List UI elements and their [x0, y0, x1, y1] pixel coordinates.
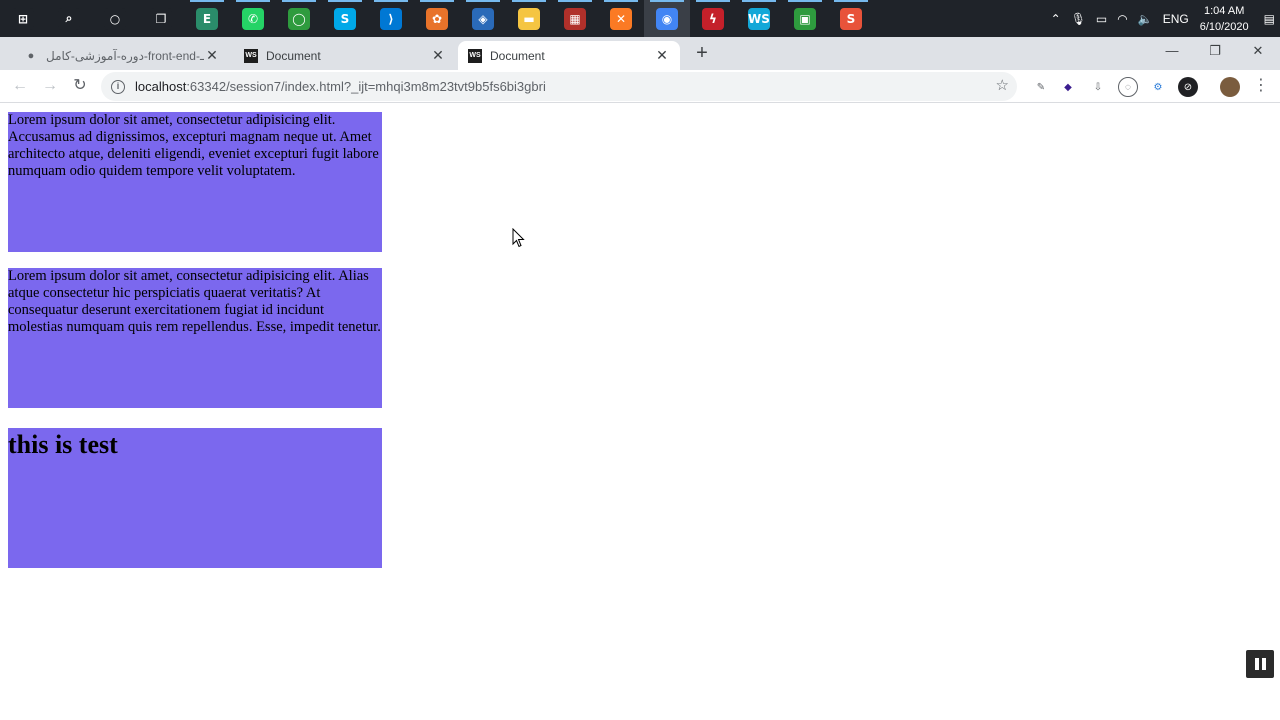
site-favicon-icon: ●: [27, 49, 35, 62]
language-indicator[interactable]: ENG: [1163, 12, 1189, 26]
battery-icon[interactable]: ▭: [1096, 12, 1107, 26]
diamond-extension-icon[interactable]: ◆: [1058, 77, 1078, 97]
tab-strip: ● دوره-آموزشی-کامل-front-end-بوتـ ✕ WS D…: [0, 37, 1280, 100]
winrar-icon-glyph: ▦: [564, 7, 586, 30]
tab-title: Document: [490, 48, 545, 63]
tab-title: دوره-آموزشی-کامل-front-end-بوتـ: [46, 48, 204, 63]
page-viewport: Lorem ipsum dolor sit amet, consectetur …: [0, 104, 1280, 720]
winrar-icon[interactable]: ▦: [552, 0, 598, 37]
lorem-paragraph-1: Lorem ipsum dolor sit amet, consectetur …: [8, 112, 379, 179]
tab-close-icon[interactable]: ✕: [654, 47, 670, 64]
flash-icon[interactable]: ϟ: [690, 0, 736, 37]
pause-icon[interactable]: [1246, 650, 1274, 678]
reload-button[interactable]: ↻: [68, 74, 92, 98]
chrome-menu-icon[interactable]: ⋮: [1249, 74, 1273, 98]
webstorm-favicon-icon: WS: [468, 48, 482, 63]
webstorm-icon[interactable]: WS: [736, 0, 782, 37]
xampp-icon-glyph: ✕: [610, 7, 632, 30]
new-tab-button[interactable]: +: [690, 41, 714, 65]
vscode-icon-glyph: ⟩: [380, 7, 402, 30]
chevron-up-icon[interactable]: ⌃: [1051, 12, 1061, 26]
minimize-button[interactable]: —: [1150, 37, 1194, 67]
xampp-icon[interactable]: ✕: [598, 0, 644, 37]
microphone-icon[interactable]: 🎙: [1071, 12, 1086, 26]
purple-box-3: this is test: [8, 428, 382, 568]
sublime-icon[interactable]: S: [828, 0, 874, 37]
mouse-cursor-icon: [512, 228, 525, 248]
tab-close-icon[interactable]: ✕: [204, 47, 220, 64]
windows-taskbar: ⊞ ⌕ ○ ❐ E ✆ ◯ S ⟩ ✿ ◈ ▬ ▦ ✕ ◉ ϟ WS ▣ S ⌃ 🎙 ▭ ◠ 🔈 ENG 1:04 AM 6/10/…: [0, 0, 1280, 37]
task-view-icon-glyph: ❐: [150, 7, 172, 30]
forward-button[interactable]: →: [38, 74, 62, 98]
tab-document-active[interactable]: WS Document ✕: [458, 41, 680, 70]
vscode-icon[interactable]: ⟩: [368, 0, 414, 37]
site-info-icon[interactable]: i: [111, 79, 125, 94]
profile-avatar[interactable]: [1220, 77, 1240, 97]
purple-box-2: Lorem ipsum dolor sit amet, consectetur …: [8, 268, 382, 408]
restore-button[interactable]: ❐: [1193, 37, 1237, 67]
flash-icon-glyph: ϟ: [702, 7, 724, 30]
url-text: localhost:63342/session7/index.html?_ijt…: [135, 79, 546, 94]
circle-app-icon[interactable]: ◯: [276, 0, 322, 37]
eyedropper-extension-icon[interactable]: ✎: [1031, 77, 1051, 97]
gear-extension-icon[interactable]: ⚙: [1148, 77, 1168, 97]
browser-toolbar: ← → ↻ i localhost:63342/session7/index.h…: [0, 70, 1280, 103]
chrome-icon[interactable]: ◉: [644, 0, 690, 37]
tab-document-1[interactable]: WS Document ✕: [234, 41, 456, 70]
cortana-icon-glyph: ○: [104, 7, 126, 30]
task-view-icon[interactable]: ❐: [138, 0, 184, 37]
clock[interactable]: 1:04 AM 6/10/2020: [1200, 3, 1249, 35]
virtualbox-icon-glyph: ◈: [472, 7, 494, 30]
sublime-icon-glyph: S: [840, 7, 862, 30]
notifications-icon[interactable]: ▤: [1264, 12, 1275, 26]
color-app-icon-glyph: ✿: [426, 7, 448, 30]
webstorm-icon-glyph: WS: [748, 7, 770, 30]
wifi-icon[interactable]: ◠: [1117, 12, 1127, 26]
editor-app-icon-glyph: E: [196, 7, 218, 30]
windows-start-icon-glyph: ⊞: [12, 7, 34, 30]
chip-app-icon[interactable]: ▣: [782, 0, 828, 37]
search-icon[interactable]: ⌕: [46, 0, 92, 37]
virtualbox-icon[interactable]: ◈: [460, 0, 506, 37]
close-window-button[interactable]: ✕: [1236, 37, 1280, 67]
chip-app-icon-glyph: ▣: [794, 7, 816, 30]
chrome-icon-glyph: ◉: [656, 7, 678, 30]
whatsapp-icon[interactable]: ✆: [230, 0, 276, 37]
system-tray: ⌃ 🎙 ▭ ◠ 🔈 ENG 1:04 AM 6/10/2020 ▤: [1046, 0, 1280, 37]
download-extension-icon[interactable]: ⇩: [1088, 77, 1108, 97]
test-heading: this is test: [8, 430, 118, 459]
editor-app-icon[interactable]: E: [184, 0, 230, 37]
tab-course[interactable]: ● دوره-آموزشی-کامل-front-end-بوتـ ✕: [14, 41, 230, 70]
skype-icon-glyph: S: [334, 7, 356, 30]
webstorm-favicon-icon: WS: [244, 48, 258, 63]
lorem-paragraph-2: Lorem ipsum dolor sit amet, consectetur …: [8, 268, 381, 335]
back-button[interactable]: ←: [8, 74, 32, 98]
file-explorer-icon-glyph: ▬: [518, 7, 540, 30]
file-explorer-icon[interactable]: ▬: [506, 0, 552, 37]
circle-app-icon-glyph: ◯: [288, 7, 310, 30]
bookmark-star-icon[interactable]: ☆: [996, 76, 1009, 94]
search-icon-glyph: ⌕: [58, 7, 80, 30]
blocker-extension-icon[interactable]: ⊘: [1178, 77, 1198, 97]
code-extension-icon[interactable]: ◌: [1118, 77, 1138, 97]
cortana-icon[interactable]: ○: [92, 0, 138, 37]
volume-icon[interactable]: 🔈: [1138, 12, 1153, 26]
purple-box-1: Lorem ipsum dolor sit amet, consectetur …: [8, 112, 382, 252]
address-bar[interactable]: i localhost:63342/session7/index.html?_i…: [101, 72, 1017, 101]
skype-icon[interactable]: S: [322, 0, 368, 37]
tab-close-icon[interactable]: ✕: [430, 47, 446, 64]
whatsapp-icon-glyph: ✆: [242, 7, 264, 30]
color-app-icon[interactable]: ✿: [414, 0, 460, 37]
windows-start-icon[interactable]: ⊞: [0, 0, 46, 37]
tab-title: Document: [266, 48, 321, 63]
